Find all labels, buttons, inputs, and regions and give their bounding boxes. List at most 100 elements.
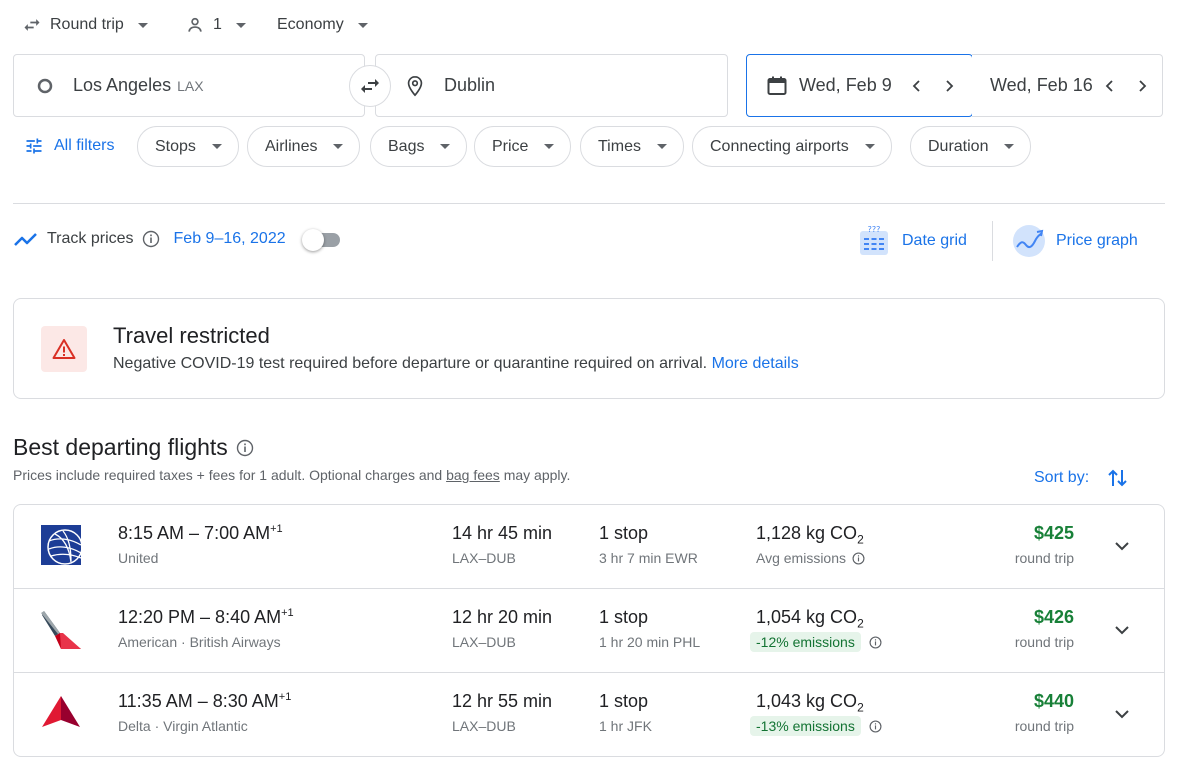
restriction-message-line: Negative COVID-19 test required before d… <box>113 355 799 373</box>
travel-restriction-card: Travel restricted Negative COVID-19 test… <box>13 298 1165 399</box>
bag-fees-link[interactable]: bag fees <box>446 467 500 483</box>
all-filters-label: All filters <box>54 137 115 154</box>
chip-label: Connecting airports <box>710 137 849 155</box>
flight-times: 8:15 AM – 7:00 AM+1 <box>118 523 283 543</box>
origin-field[interactable]: Los Angeles LAX <box>13 54 365 117</box>
divider <box>992 221 993 261</box>
sort-arrows-icon <box>1107 466 1129 490</box>
track-prices-toggle[interactable] <box>301 229 340 251</box>
filter-chip-duration[interactable]: Duration <box>910 126 1032 167</box>
flight-row[interactable]: 11:35 AM – 8:30 AM+1 Delta · Virgin Atla… <box>13 672 1165 757</box>
all-filters-button[interactable]: All filters <box>24 136 114 156</box>
flight-route: LAX–DUB <box>452 550 516 566</box>
price-note: round trip <box>1014 550 1074 566</box>
flight-route: LAX–DUB <box>452 718 516 734</box>
filter-chip-connecting-airports[interactable]: Connecting airports <box>692 126 892 167</box>
chevron-down-icon <box>440 144 451 149</box>
filter-chip-price[interactable]: Price <box>474 126 572 167</box>
swap-locations-button[interactable] <box>349 65 391 107</box>
filter-chip-bags[interactable]: Bags <box>370 126 468 167</box>
layover-info: 1 hr 20 min PHL <box>599 634 701 650</box>
chip-label: Airlines <box>265 137 318 155</box>
sort-label: Sort by: <box>1034 469 1090 486</box>
tune-icon <box>24 136 44 156</box>
expand-chevron-icon[interactable] <box>1112 536 1132 556</box>
date-grid-label: Date grid <box>902 232 967 249</box>
cabin-label: Economy <box>277 16 344 33</box>
expand-chevron-icon[interactable] <box>1112 704 1132 724</box>
return-date-field[interactable]: Wed, Feb 16 <box>972 54 1163 117</box>
cabin-select[interactable]: Economy <box>277 12 368 38</box>
chip-label: Duration <box>928 137 989 155</box>
info-icon[interactable] <box>869 636 882 649</box>
layover-info: 1 hr JFK <box>599 718 652 734</box>
price-note: round trip <box>1014 634 1074 650</box>
flight-row[interactable]: 8:15 AM – 7:00 AM+1 United 14 hr 45 min … <box>13 504 1165 589</box>
chip-label: Stops <box>155 137 196 155</box>
emissions-badge: -13% emissions <box>750 716 861 736</box>
trending-up-icon <box>13 229 39 249</box>
flight-price: $426 <box>1033 607 1074 627</box>
info-icon[interactable] <box>869 720 882 733</box>
price-graph-label: Price graph <box>1056 232 1138 249</box>
flight-duration: 12 hr 55 min <box>452 691 553 711</box>
layover-info: 3 hr 7 min EWR <box>599 550 698 566</box>
info-icon[interactable] <box>142 230 160 248</box>
filter-chip-times[interactable]: Times <box>580 126 684 167</box>
chevron-down-icon <box>357 22 368 28</box>
emissions-badge: -12% emissions <box>750 632 861 652</box>
results-heading-row: Best departing flights <box>13 434 254 461</box>
chevron-right-icon[interactable] <box>1126 70 1158 102</box>
more-details-link[interactable]: More details <box>712 355 799 372</box>
delta-logo <box>41 695 81 729</box>
chip-label: Bags <box>388 137 425 155</box>
price-note: round trip <box>1014 718 1074 734</box>
expand-chevron-icon[interactable] <box>1112 620 1132 640</box>
destination-city: Dublin <box>444 75 496 95</box>
flight-duration: 14 hr 45 min <box>452 523 553 543</box>
flight-row[interactable]: 12:20 PM – 8:40 AM+1 American · British … <box>13 588 1165 673</box>
chevron-right-icon[interactable] <box>933 70 965 102</box>
departure-date-field[interactable]: Wed, Feb 9 <box>746 54 973 117</box>
chevron-down-icon <box>235 22 246 28</box>
departure-date: Wed, Feb 9 <box>799 75 892 95</box>
chevron-left-icon[interactable] <box>901 70 933 102</box>
origin-city: Los Angeles <box>73 75 172 95</box>
flight-price: $425 <box>1033 523 1074 543</box>
chevron-down-icon <box>656 144 667 149</box>
calendar-icon <box>765 74 789 98</box>
restriction-title: Travel restricted <box>113 323 270 348</box>
filter-chip-airlines[interactable]: Airlines <box>247 126 361 167</box>
price-note-text: Prices include required taxes + fees for… <box>13 467 443 483</box>
flight-emissions: 1,043 kg CO2 <box>756 691 864 715</box>
flight-times: 11:35 AM – 8:30 AM+1 <box>118 691 292 711</box>
passenger-count: 1 <box>213 16 222 33</box>
origin-code: LAX <box>177 77 204 94</box>
price-note: Prices include required taxes + fees for… <box>13 467 570 483</box>
destination-field[interactable]: Dublin <box>375 54 728 117</box>
date-grid-button[interactable]: ??? Date grid <box>858 225 967 257</box>
swap-arrows-icon <box>358 74 382 98</box>
track-date-range: Feb 9–16, 2022 <box>173 230 286 247</box>
airline-name: United <box>118 550 159 566</box>
sort-button[interactable]: Sort by: <box>1034 466 1129 490</box>
track-prices-bar: Track prices Feb 9–16, 2022 <box>13 229 340 251</box>
info-icon[interactable] <box>852 552 865 565</box>
flight-duration: 12 hr 20 min <box>452 607 553 627</box>
chevron-down-icon <box>333 144 344 149</box>
american-airlines-logo <box>41 609 81 651</box>
trip-type-select[interactable]: Round trip <box>22 12 148 38</box>
swap-horiz-icon <box>22 15 42 35</box>
passenger-select[interactable]: 1 <box>185 12 246 38</box>
emissions-note: Avg emissions <box>756 550 847 566</box>
divider <box>13 203 1165 204</box>
price-graph-button[interactable]: Price graph <box>1012 224 1138 258</box>
emissions-note-row: Avg emissions <box>756 550 865 566</box>
flight-stops: 1 stop <box>599 607 649 627</box>
flight-emissions: 1,128 kg CO2 <box>756 523 864 547</box>
filter-chip-stops[interactable]: Stops <box>137 126 239 167</box>
flight-route: LAX–DUB <box>452 634 516 650</box>
info-icon[interactable] <box>236 439 254 457</box>
chevron-left-icon[interactable] <box>1094 70 1126 102</box>
chevron-down-icon <box>137 22 148 28</box>
